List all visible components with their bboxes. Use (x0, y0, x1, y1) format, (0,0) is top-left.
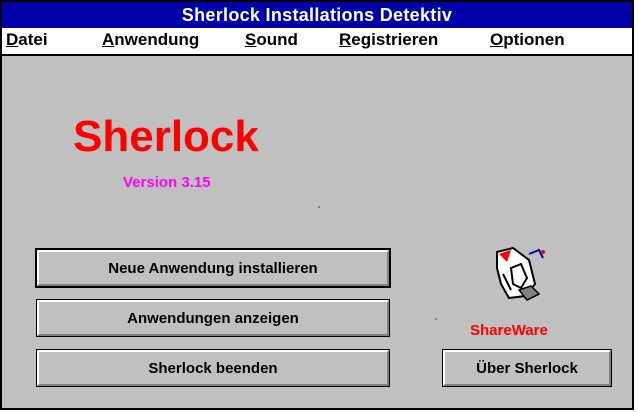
menu-optionen[interactable]: Optionen (490, 30, 565, 50)
shareware-label: ShareWare (470, 322, 548, 339)
decor-dot (318, 206, 320, 208)
about-button[interactable]: Über Sherlock (442, 349, 612, 387)
menu-sound[interactable]: Sound (245, 30, 298, 50)
version-label: Version 3.15 (123, 174, 211, 191)
menu-registrieren[interactable]: Registrieren (339, 30, 438, 50)
main-window: Sherlock Installations Detektiv Datei An… (0, 0, 634, 410)
menu-bar: Datei Anwendung Sound Registrieren Optio… (2, 28, 632, 56)
install-app-button[interactable]: Neue Anwendung installieren (35, 248, 391, 288)
menu-datei[interactable]: Datei (6, 30, 48, 50)
app-name: Sherlock (73, 112, 259, 161)
window-title: Sherlock Installations Detektiv (181, 5, 453, 25)
decor-dot (435, 318, 437, 320)
sherlock-app-icon (491, 244, 555, 302)
client-area: Sherlock Version 3.15 Neue Anwendung ins… (2, 56, 632, 408)
quit-button[interactable]: Sherlock beenden (36, 349, 390, 387)
menu-anwendung[interactable]: Anwendung (102, 30, 199, 50)
show-apps-button[interactable]: Anwendungen anzeigen (36, 299, 390, 337)
title-bar[interactable]: Sherlock Installations Detektiv (2, 2, 632, 28)
